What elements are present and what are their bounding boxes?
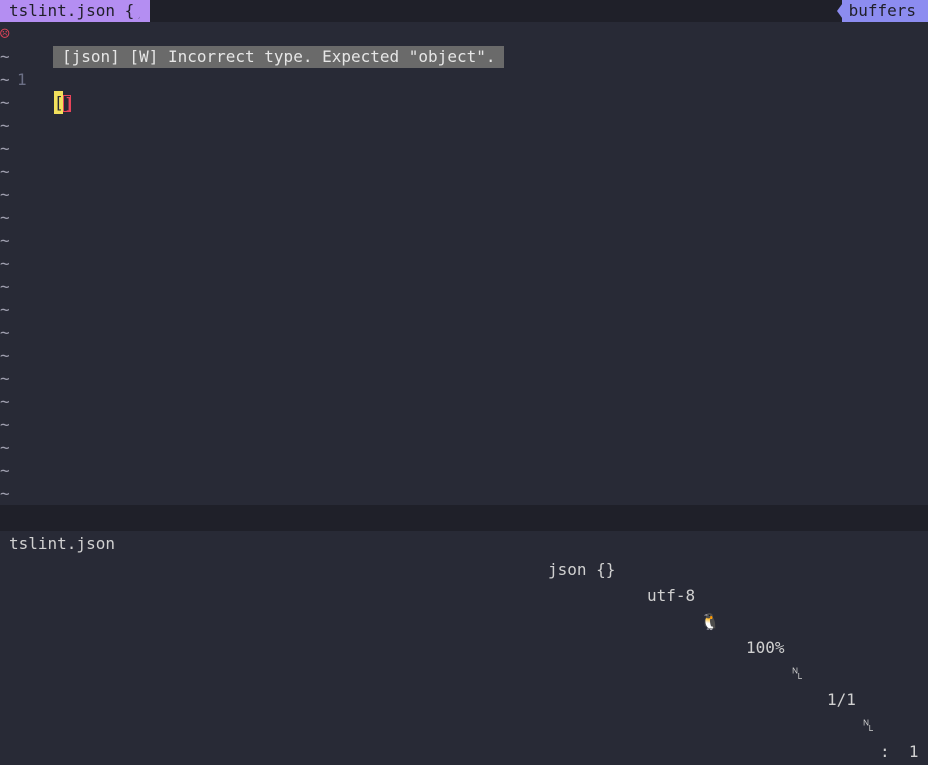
empty-line-marker: ~ [0,415,10,434]
editor-line-1[interactable]: ☹ 1 [] [0,22,74,114]
empty-line-marker: ~ [0,93,10,112]
empty-line-marker: ~ [0,346,10,365]
line-code[interactable]: [] [54,91,74,114]
empty-line-marker: ~ [0,231,10,250]
status-column: : 1 [880,742,919,761]
status-filetype: json {} [548,560,616,579]
tabline: tslint.json {} buffers [0,0,928,22]
line-icon-2: ␤ [862,716,875,735]
empty-line-marker: ~ [0,300,10,319]
status-filename: tslint.json [9,534,115,553]
status-position: 1/1 [827,690,856,709]
matched-close-bracket: ] [63,94,74,113]
cursor-open-bracket: [ [54,91,64,114]
editor-area[interactable]: ☹ 1 [] [json] [W] Incorrect type. Expect… [0,22,928,505]
empty-line-marker: ~ [0,208,10,227]
tab-active-tslint-json[interactable]: tslint.json {} [0,0,150,22]
empty-line-marker: ~ [0,277,10,296]
empty-line-marker: ~ [0,70,10,89]
empty-line-marker: ~ [0,254,10,273]
empty-line-marker: ~ [0,116,10,135]
line-icon: ␤ [791,664,804,683]
linux-icon: 🐧 [700,612,720,631]
empty-line-marker: ~ [0,484,10,503]
empty-line-marker: ~ [0,162,10,181]
empty-line-marker: ~ [0,323,10,342]
statusline: tslint.json json {} utf-8 🐧 100% ␤ 1/1 ␤… [0,505,928,761]
empty-line-marker: ~ [0,139,10,158]
status-percent: 100% [746,638,785,657]
empty-line-marker: ~ [0,47,10,66]
empty-line-marker: ~ [0,392,10,411]
empty-line-marker: ~ [0,461,10,480]
line-number: 1 [17,70,27,89]
buffers-label[interactable]: buffers [841,0,928,22]
diagnostic-popup: [json] [W] Incorrect type. Expected "obj… [53,46,505,68]
tab-separator-arrow [136,0,144,22]
empty-line-marker: ~ [0,185,10,204]
empty-line-marker: ~ [0,369,10,388]
empty-line-marker: ~ [0,438,10,457]
error-sign-icon: ☹ [0,24,10,43]
status-encoding: utf-8 [647,586,696,605]
